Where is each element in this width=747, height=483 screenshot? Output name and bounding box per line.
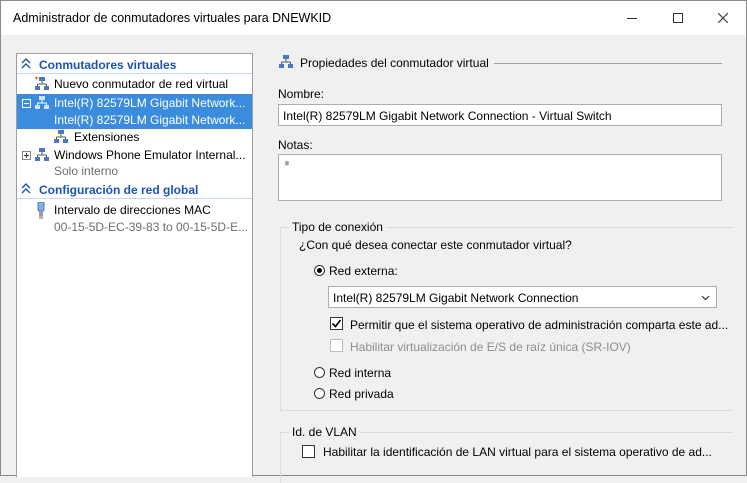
minimize-icon — [627, 18, 637, 19]
maximize-button[interactable] — [655, 1, 701, 35]
header-divider — [494, 63, 722, 64]
external-adapter-select[interactable]: Intel(R) 82579LM Gigabit Network Connect… — [328, 286, 717, 308]
name-label: Nombre: — [278, 87, 325, 101]
radio-private-network[interactable] — [314, 388, 325, 399]
mac-range-icon — [37, 202, 45, 219]
minimize-button[interactable] — [609, 1, 655, 35]
section-label: Configuración de red global — [39, 183, 199, 197]
network-switch-icon — [279, 55, 293, 68]
checkbox-sriov[interactable] — [330, 339, 343, 352]
tree-item-label: Intel(R) 82579LM Gigabit Network... — [54, 96, 246, 110]
section-global-network[interactable]: Configuración de red global — [17, 181, 252, 199]
radio-internal-label: Red interna — [329, 366, 392, 380]
scroll-down-icon[interactable]: ▼ — [283, 159, 718, 197]
collapse-chevron-icon — [21, 58, 31, 69]
network-switch-icon — [35, 148, 49, 161]
title-bar: Administrador de conmutadores virtuales … — [1, 1, 746, 35]
properties-header: Propiedades del conmutador virtual — [278, 53, 724, 73]
expand-toggle[interactable] — [22, 151, 31, 160]
radio-external-network[interactable] — [314, 265, 325, 276]
tree-item-sublabel: 00-15-5D-EC-39-83 to 00-15-5D-E... — [54, 220, 249, 234]
vlan-enable-label: Habilitar la identificación de LAN virtu… — [323, 445, 712, 459]
close-icon — [718, 13, 728, 23]
dropdown-arrow-icon — [701, 295, 710, 301]
checkmark-icon — [331, 319, 342, 328]
selected-adapter: Intel(R) 82579LM Gigabit Network Connect… — [333, 291, 579, 305]
radio-internal-network[interactable] — [314, 367, 325, 378]
connection-question: ¿Con qué desea conectar este conmutador … — [299, 238, 572, 252]
allow-management-label: Permitir que el sistema operativo de adm… — [350, 318, 729, 332]
section-divider — [17, 73, 252, 74]
radio-external-label: Red externa: — [329, 264, 398, 278]
tree-item-label: Extensiones — [74, 130, 140, 144]
notes-field[interactable]: ▲ ▼ — [278, 154, 722, 201]
tree-item-extensions[interactable]: Extensiones — [17, 129, 252, 146]
new-switch-icon — [35, 76, 49, 90]
tree-item-new-switch[interactable]: Nuevo conmutador de red virtual — [17, 75, 252, 93]
tree-item-label: Windows Phone Emulator Internal... — [54, 148, 246, 162]
radio-private-label: Red privada — [329, 387, 394, 401]
extensions-icon — [54, 130, 68, 143]
tree-item-wp-emulator[interactable]: Windows Phone Emulator Internal... Solo … — [17, 147, 252, 182]
group-title: Tipo de conexión — [289, 220, 386, 234]
collapse-chevron-icon — [21, 183, 31, 194]
maximize-icon — [673, 13, 683, 23]
tree-item-sublabel: Solo interno — [54, 164, 119, 178]
section-divider — [17, 198, 252, 199]
group-title: Id. de VLAN — [289, 425, 360, 439]
tree-item-mac-range[interactable]: Intervalo de direcciones MAC 00-15-5D-EC… — [17, 201, 252, 236]
checkbox-enable-vlan[interactable] — [302, 445, 315, 458]
name-field[interactable]: Intel(R) 82579LM Gigabit Network Connect… — [278, 104, 722, 126]
checkbox-allow-management-os[interactable] — [330, 317, 343, 330]
tree-item-intel-switch[interactable]: Intel(R) 82579LM Gigabit Network... Inte… — [17, 94, 252, 129]
virtual-switch-manager-window: Administrador de conmutadores virtuales … — [0, 0, 747, 483]
tree-item-label: Intervalo de direcciones MAC — [54, 203, 211, 217]
window-title: Administrador de conmutadores virtuales … — [13, 11, 332, 25]
section-virtual-switches[interactable]: Conmutadores virtuales — [17, 56, 252, 74]
network-switch-icon — [35, 96, 49, 109]
properties-title: Propiedades del conmutador virtual — [300, 56, 489, 70]
close-button[interactable] — [700, 1, 746, 35]
collapse-toggle[interactable] — [22, 99, 31, 108]
section-label: Conmutadores virtuales — [39, 58, 177, 72]
sriov-label: Habilitar virtualización de E/S de raíz … — [350, 340, 631, 354]
name-value: Intel(R) 82579LM Gigabit Network Connect… — [283, 109, 612, 123]
tree-item-label: Nuevo conmutador de red virtual — [54, 77, 229, 91]
tree-item-sublabel: Intel(R) 82579LM Gigabit Network... — [54, 113, 246, 127]
notes-label: Notas: — [278, 138, 313, 152]
navigation-tree: Conmutadores virtuales Nuevo conmutador … — [16, 53, 253, 477]
